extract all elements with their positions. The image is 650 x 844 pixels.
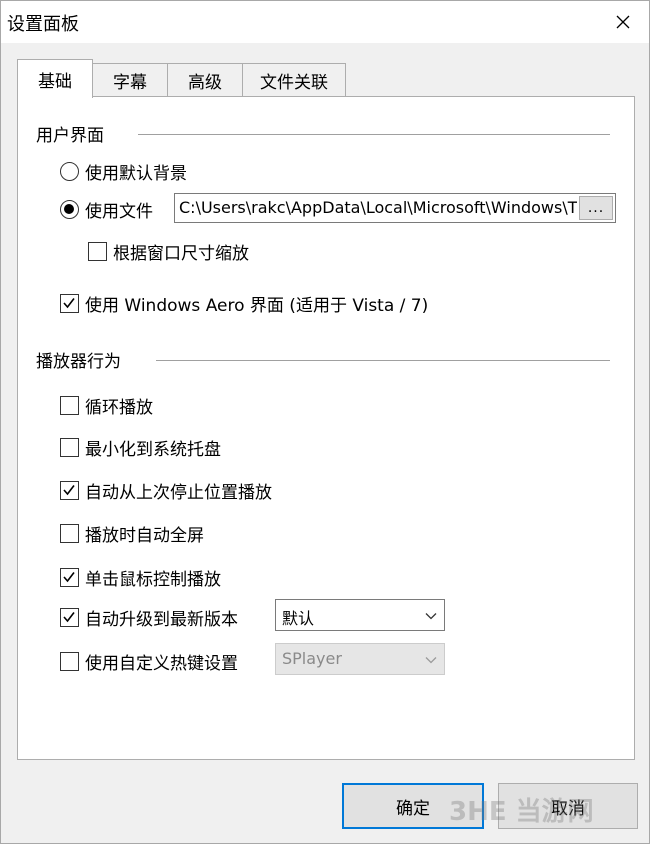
auto-fullscreen-checkbox[interactable]: 播放时自动全屏	[60, 521, 204, 546]
browse-button[interactable]: ...	[579, 196, 613, 220]
radio-selected	[60, 200, 79, 219]
checkbox-checked	[60, 568, 79, 587]
window-title: 设置面板	[7, 14, 79, 35]
ok-button-label: 确定	[396, 798, 430, 819]
ui-group-title: 用户界面	[36, 126, 104, 146]
option-label: 自动从上次停止位置播放	[85, 483, 272, 503]
tab-label: 文件关联	[260, 73, 328, 93]
tab-label: 基础	[38, 71, 72, 92]
scale-to-window-checkbox[interactable]: 根据窗口尺寸缩放	[88, 239, 249, 264]
ui-group-divider	[138, 134, 610, 135]
radio-unselected	[60, 162, 79, 181]
title-bar: 设置面板	[1, 1, 649, 43]
default-background-radio[interactable]: 使用默认背景	[60, 159, 187, 184]
checkmark-icon	[63, 572, 75, 583]
tab-file-association[interactable]: 文件关联	[242, 63, 346, 97]
tab-panel-basic: 用户界面 使用默认背景 使用文件 C:\Users\rakc\AppData\L…	[17, 96, 635, 760]
checkmark-icon	[63, 485, 75, 496]
watermark: 3HE 当游网	[449, 797, 594, 827]
select-value: 默认	[282, 609, 315, 628]
use-file-radio[interactable]: 使用文件	[60, 197, 153, 222]
option-label: 播放时自动全屏	[85, 526, 204, 546]
option-label: 单击鼠标控制播放	[85, 570, 221, 590]
close-icon	[616, 15, 630, 29]
checkbox-checked	[60, 481, 79, 500]
checkbox-unchecked	[88, 242, 107, 261]
select-value: SPlayer	[282, 649, 342, 668]
checkbox-unchecked	[60, 652, 79, 671]
chevron-down-icon	[425, 613, 437, 620]
minimize-to-tray-checkbox[interactable]: 最小化到系统托盘	[60, 435, 221, 460]
checkbox-unchecked	[60, 524, 79, 543]
resume-playback-checkbox[interactable]: 自动从上次停止位置播放	[60, 478, 272, 503]
checkbox-unchecked	[60, 396, 79, 415]
tab-subtitles[interactable]: 字幕	[92, 63, 168, 97]
chevron-down-icon	[425, 657, 437, 664]
player-group-title: 播放器行为	[36, 352, 121, 372]
default-background-label: 使用默认背景	[85, 164, 187, 184]
checkmark-icon	[63, 298, 75, 309]
option-label: 最小化到系统托盘	[85, 440, 221, 460]
checkbox-checked	[60, 608, 79, 627]
option-label: 循环播放	[85, 398, 153, 418]
upgrade-channel-select[interactable]: 默认	[275, 599, 445, 631]
option-label: 自动升级到最新版本	[85, 610, 238, 630]
checkbox-checked	[60, 294, 79, 313]
checkmark-icon	[63, 612, 75, 623]
background-file-path-field[interactable]: C:\Users\rakc\AppData\Local\Microsoft\Wi…	[174, 193, 616, 223]
hotkey-scheme-select: SPlayer	[275, 643, 445, 675]
tab-label: 高级	[188, 73, 222, 93]
tab-advanced[interactable]: 高级	[167, 63, 243, 97]
tab-label: 字幕	[113, 73, 147, 93]
auto-upgrade-checkbox[interactable]: 自动升级到最新版本	[60, 605, 238, 630]
loop-playback-checkbox[interactable]: 循环播放	[60, 393, 153, 418]
use-file-label: 使用文件	[85, 202, 153, 222]
radio-dot	[64, 204, 74, 214]
windows-aero-checkbox[interactable]: 使用 Windows Aero 界面 (适用于 Vista / 7)	[60, 291, 428, 316]
close-button[interactable]	[601, 5, 645, 39]
custom-hotkeys-checkbox[interactable]: 使用自定义热键设置	[60, 649, 238, 674]
player-group-divider	[156, 360, 610, 361]
windows-aero-label: 使用 Windows Aero 界面 (适用于 Vista / 7)	[85, 296, 429, 316]
settings-dialog: 设置面板 基础 字幕 高级 文件关联 用户界面 使用默认背景 使用文件 C:\U…	[0, 0, 650, 844]
file-path-text: C:\Users\rakc\AppData\Local\Microsoft\Wi…	[179, 198, 577, 217]
option-label: 使用自定义热键设置	[85, 654, 238, 674]
click-to-control-checkbox[interactable]: 单击鼠标控制播放	[60, 565, 221, 590]
checkbox-unchecked	[60, 438, 79, 457]
tab-basic[interactable]: 基础	[17, 59, 93, 98]
scale-to-window-label: 根据窗口尺寸缩放	[113, 244, 249, 264]
